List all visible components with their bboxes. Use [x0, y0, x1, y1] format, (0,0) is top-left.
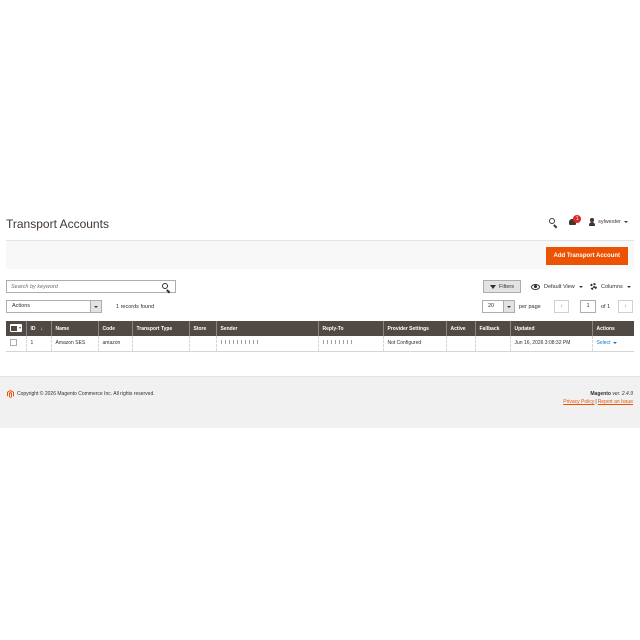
table-row[interactable]: 1 Amazon SES amazon Not Configured Jun 1…	[6, 336, 634, 352]
mass-select-header[interactable]	[6, 321, 26, 336]
column-header-updated[interactable]: Updated	[509, 321, 592, 336]
previous-page-button[interactable]: ‹	[554, 300, 569, 313]
view-switcher[interactable]: Default View	[531, 281, 583, 292]
footer-links: Privacy Policy|Report an Issue	[563, 399, 633, 405]
chevron-down-icon	[613, 342, 618, 345]
page-title: Transport Accounts	[6, 217, 109, 231]
report-issue-link[interactable]: Report an Issue	[598, 399, 633, 405]
columns-control[interactable]: Columns	[590, 281, 631, 292]
column-header-provider-settings[interactable]: Provider Settings	[382, 321, 446, 336]
cell-transport-type	[131, 336, 189, 352]
funnel-icon	[490, 284, 496, 289]
page-footer: Copyright © 2026 Magento Commerce Inc. A…	[0, 376, 640, 428]
column-header-id[interactable]: ID ↓	[25, 321, 51, 336]
global-search-icon[interactable]	[548, 217, 558, 229]
chevron-down-icon	[578, 285, 583, 288]
username: sylwester	[598, 219, 621, 225]
column-header-active[interactable]: Active	[445, 321, 475, 336]
column-header-store[interactable]: Store	[188, 321, 216, 336]
cell-id: 1	[25, 336, 51, 352]
cell-updated: Jun 16, 2026 3:08:32 PM	[509, 336, 592, 352]
version-number: ver. 2.4.9	[612, 391, 633, 397]
cell-sender	[215, 336, 318, 352]
cell-code: amazon	[97, 336, 132, 352]
mass-select-toggle[interactable]	[10, 324, 22, 333]
transport-accounts-grid: ID ↓ Name Code Transport Type Store Sende…	[6, 321, 634, 352]
current-page-input[interactable]: 1	[580, 300, 596, 313]
filters-button[interactable]: Filters	[483, 280, 521, 293]
redacted-sender	[220, 340, 261, 345]
sort-descending-icon: ↓	[40, 325, 44, 332]
column-header-code[interactable]: Code	[97, 321, 132, 336]
user-icon	[588, 218, 596, 226]
grid-header-row: ID ↓ Name Code Transport Type Store Sende…	[6, 321, 634, 336]
next-page-button[interactable]: ›	[618, 300, 633, 313]
filters-label: Filters	[499, 283, 514, 290]
column-header-name[interactable]: Name	[50, 321, 98, 336]
dropdown-arrow	[503, 301, 514, 312]
magento-logo-icon	[7, 390, 14, 398]
copyright-text: Copyright © 2026 Magento Commerce Inc. A…	[17, 391, 155, 397]
mass-actions-value: Actions	[12, 303, 31, 309]
row-checkbox[interactable]	[10, 338, 17, 346]
dropdown-arrow	[90, 301, 101, 312]
page-actions-bar: Add Transport Account	[6, 240, 634, 269]
cell-actions[interactable]: Select	[591, 336, 634, 352]
gear-icon	[590, 283, 597, 290]
columns-label: Columns	[601, 283, 623, 290]
row-action-label: Select	[596, 340, 611, 347]
column-header-actions: Actions	[591, 321, 634, 336]
per-page-value: 20	[488, 303, 495, 309]
records-found: 1 records found	[116, 304, 155, 310]
cell-name: Amazon SES	[50, 336, 98, 352]
chevron-down-icon	[94, 305, 98, 308]
keyword-search-input[interactable]	[11, 282, 151, 292]
row-action-select[interactable]: Select	[597, 340, 631, 346]
cell-fallback	[474, 336, 510, 352]
chevron-down-icon	[507, 305, 511, 308]
column-header-fallback[interactable]: Fallback	[474, 321, 510, 336]
link-separator: |	[595, 399, 597, 405]
brand-name: Magento	[590, 391, 611, 397]
privacy-policy-link[interactable]: Privacy Policy	[563, 399, 594, 405]
page-total: of 1	[601, 304, 611, 310]
row-checkbox-cell[interactable]	[6, 336, 26, 352]
version-info: Magento ver. 2.4.9	[590, 391, 633, 397]
cell-store	[188, 336, 216, 352]
add-transport-account-button[interactable]: Add Transport Account	[545, 247, 628, 265]
notifications-bell-icon[interactable]: 1	[568, 215, 582, 227]
column-header-transport-type[interactable]: Transport Type	[131, 321, 189, 336]
keyword-search	[6, 280, 176, 294]
column-header-sender[interactable]: Sender	[215, 321, 318, 336]
mass-actions-select[interactable]: Actions	[6, 300, 102, 313]
per-page-select[interactable]: 20	[482, 300, 515, 313]
search-submit-icon[interactable]	[161, 282, 171, 294]
cell-reply-to	[317, 336, 383, 352]
chevron-down-icon	[624, 221, 628, 223]
user-account-menu[interactable]: sylwester	[588, 218, 628, 226]
column-header-reply-to[interactable]: Reply-To	[317, 321, 383, 336]
chevron-down-icon	[626, 285, 631, 288]
header-actions: 1 sylwester	[548, 215, 628, 229]
eye-icon	[531, 283, 540, 290]
cell-active	[445, 336, 475, 352]
notification-count-badge: 1	[573, 215, 582, 223]
view-label: Default View	[544, 283, 575, 290]
redacted-reply-to	[322, 340, 353, 345]
per-page-label: per page	[519, 304, 541, 310]
cell-provider-settings: Not Configured	[382, 336, 446, 352]
